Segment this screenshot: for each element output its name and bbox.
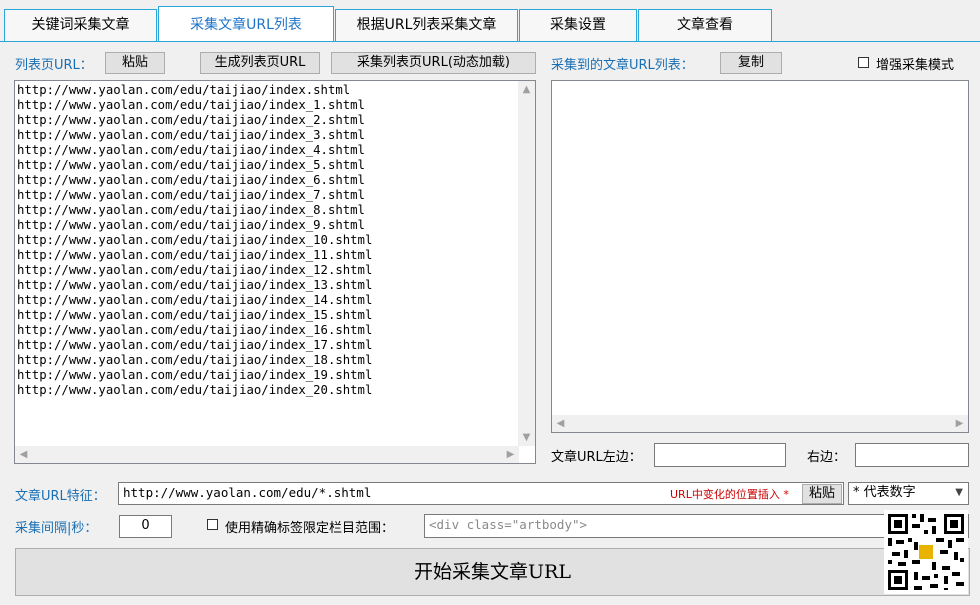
- url-line: http://www.yaolan.com/edu/taijiao/index_…: [17, 323, 373, 337]
- collected-url-list-label: 采集到的文章URL列表：: [551, 58, 694, 73]
- scroll-up-icon[interactable]: ▲: [518, 81, 535, 98]
- scroll-left-icon[interactable]: ◀: [15, 446, 32, 463]
- url-list-content: http://www.yaolan.com/edu/taijiao/index.…: [17, 83, 372, 398]
- url-line: http://www.yaolan.com/edu/taijiao/index_…: [17, 293, 373, 307]
- tab-url-list[interactable]: 采集文章URL列表: [158, 6, 334, 42]
- start-collect-button[interactable]: 开始采集文章URL: [15, 548, 970, 596]
- list-page-url-label: 列表页URL：: [15, 58, 93, 73]
- url-line: http://www.yaolan.com/edu/taijiao/index_…: [17, 383, 373, 397]
- enhanced-mode-label: 增强采集模式: [876, 58, 955, 73]
- interval-input[interactable]: 0: [119, 515, 172, 538]
- tab-collect-by-url[interactable]: 根据URL列表采集文章: [335, 9, 518, 41]
- url-line: http://www.yaolan.com/edu/taijiao/index_…: [17, 173, 365, 187]
- url-line: http://www.yaolan.com/edu/taijiao/index_…: [17, 188, 365, 202]
- tab-settings[interactable]: 采集设置: [519, 9, 637, 41]
- wildcard-type-select[interactable]: * 代表数字 ▼: [848, 482, 969, 505]
- url-line: http://www.yaolan.com/edu/taijiao/index.…: [17, 83, 351, 97]
- tab-bar: 关键词采集文章 采集文章URL列表 根据URL列表采集文章 采集设置 文章查看: [0, 0, 980, 42]
- interval-label: 采集间隔|秒：: [15, 521, 98, 536]
- url-line: http://www.yaolan.com/edu/taijiao/index_…: [17, 203, 365, 217]
- list-url-textarea[interactable]: http://www.yaolan.com/edu/taijiao/index.…: [14, 80, 536, 464]
- tab-divider: [0, 41, 980, 42]
- url-line: http://www.yaolan.com/edu/taijiao/index_…: [17, 113, 365, 127]
- precise-tag-checkbox[interactable]: [207, 519, 218, 530]
- left-edge-input[interactable]: [654, 443, 786, 467]
- url-line: http://www.yaolan.com/edu/taijiao/index_…: [17, 308, 373, 322]
- right-edge-input[interactable]: [855, 443, 969, 467]
- horizontal-scrollbar[interactable]: ◀ ▶: [552, 415, 968, 432]
- url-feature-label: 文章URL特征：: [15, 489, 106, 504]
- scroll-right-icon[interactable]: ▶: [951, 415, 968, 432]
- url-line: http://www.yaolan.com/edu/taijiao/index_…: [17, 248, 373, 262]
- url-line: http://www.yaolan.com/edu/taijiao/index_…: [17, 338, 373, 352]
- generate-list-url-button[interactable]: 生成列表页URL: [200, 52, 320, 74]
- scroll-down-icon[interactable]: ▼: [518, 429, 535, 446]
- url-line: http://www.yaolan.com/edu/taijiao/index_…: [17, 278, 373, 292]
- tab-keyword-collect[interactable]: 关键词采集文章: [4, 9, 157, 41]
- url-line: http://www.yaolan.com/edu/taijiao/index_…: [17, 233, 373, 247]
- horizontal-scrollbar[interactable]: ◀ ▶: [15, 446, 519, 463]
- enhanced-mode-checkbox[interactable]: [858, 57, 869, 68]
- collect-list-url-button[interactable]: 采集列表页URL(动态加载): [331, 52, 536, 74]
- qr-code-icon: [884, 510, 968, 594]
- url-line: http://www.yaolan.com/edu/taijiao/index_…: [17, 143, 365, 157]
- url-line: http://www.yaolan.com/edu/taijiao/index_…: [17, 353, 373, 367]
- copy-button[interactable]: 复制: [720, 52, 782, 74]
- url-line: http://www.yaolan.com/edu/taijiao/index_…: [17, 263, 373, 277]
- url-feature-value: http://www.yaolan.com/edu/*.shtml: [123, 485, 372, 500]
- url-line: http://www.yaolan.com/edu/taijiao/index_…: [17, 218, 365, 232]
- url-line: http://www.yaolan.com/edu/taijiao/index_…: [17, 98, 365, 112]
- collected-url-textarea[interactable]: ◀ ▶: [551, 80, 969, 433]
- scroll-right-icon[interactable]: ▶: [502, 446, 519, 463]
- left-edge-label: 文章URL左边：: [551, 450, 642, 465]
- precise-tag-value: <div class="artbody">: [429, 517, 588, 532]
- precise-tag-label: 使用精确标签限定栏目范围：: [225, 521, 395, 536]
- vertical-scrollbar[interactable]: ▲ ▼: [518, 81, 535, 446]
- tab-article-view[interactable]: 文章查看: [638, 9, 772, 41]
- url-line: http://www.yaolan.com/edu/taijiao/index_…: [17, 368, 373, 382]
- right-edge-label: 右边：: [807, 450, 847, 465]
- interval-value: 0: [141, 518, 150, 533]
- chevron-down-icon: ▼: [955, 487, 963, 498]
- paste-list-url-button[interactable]: 粘贴: [105, 52, 165, 74]
- scroll-left-icon[interactable]: ◀: [552, 415, 569, 432]
- url-line: http://www.yaolan.com/edu/taijiao/index_…: [17, 158, 365, 172]
- url-feature-hint: URL中变化的位置插入 *: [670, 488, 789, 501]
- paste-feature-button[interactable]: 粘贴: [802, 484, 842, 504]
- wildcard-type-value: * 代表数字: [853, 485, 916, 500]
- url-line: http://www.yaolan.com/edu/taijiao/index_…: [17, 128, 365, 142]
